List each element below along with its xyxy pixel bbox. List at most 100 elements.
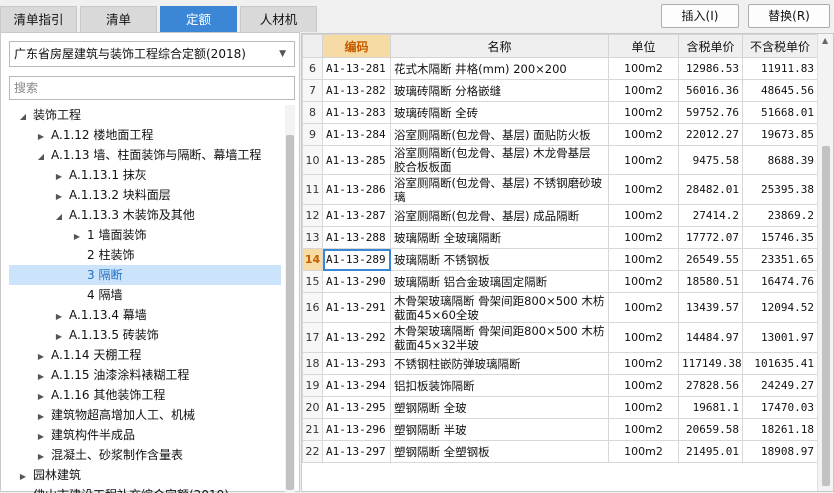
cell-code[interactable]: A1-13-281	[322, 57, 391, 80]
row-number[interactable]: 20	[302, 396, 323, 419]
cell-unit[interactable]: 100m2	[608, 226, 679, 249]
cell-notax-price[interactable]: 8688.39	[742, 145, 818, 175]
cell-notax-price[interactable]: 23869.2	[742, 204, 818, 227]
table-row[interactable]: 17 A1-13-292 木骨架玻璃隔断 骨架间距800×500 木枋截面45×32…	[302, 322, 818, 353]
insert-button[interactable]: 插入(I)	[661, 4, 739, 28]
expand-arrow-icon[interactable]: ▶	[53, 307, 65, 327]
row-number[interactable]: 19	[302, 374, 323, 397]
row-number[interactable]: 13	[302, 226, 323, 249]
cell-name[interactable]: 塑钢隔断 全塑钢板	[390, 440, 609, 463]
cell-unit[interactable]: 100m2	[608, 57, 679, 80]
cell-code[interactable]: A1-13-295	[322, 396, 391, 419]
replace-button[interactable]: 替换(R)	[748, 4, 830, 28]
expand-arrow-icon[interactable]: ▶	[17, 467, 29, 487]
table-row[interactable]: 16 A1-13-291 木骨架玻璃隔断 骨架间距800×500 木枋截面45×60…	[302, 292, 818, 323]
cell-code[interactable]: A1-13-289	[322, 248, 391, 271]
collapse-arrow-icon[interactable]: ◢	[17, 107, 29, 127]
tree-scrollbar-thumb[interactable]	[286, 135, 294, 490]
row-number[interactable]: 9	[302, 123, 323, 146]
column-header-notax-price[interactable]: 不含税单价	[742, 34, 818, 58]
tree-scrollbar[interactable]	[285, 105, 295, 493]
cell-unit[interactable]: 100m2	[608, 418, 679, 441]
cell-code[interactable]: A1-13-297	[322, 440, 391, 463]
cell-code[interactable]: A1-13-285	[322, 145, 391, 175]
quota-library-select[interactable]: 广东省房屋建筑与装饰工程综合定额(2018) ▼	[9, 41, 295, 67]
column-header-unit[interactable]: 单位	[608, 34, 679, 58]
tree-node[interactable]: ▶ 园林建筑	[9, 465, 281, 485]
cell-unit[interactable]: 100m2	[608, 396, 679, 419]
column-header-code[interactable]: 编码	[322, 34, 391, 58]
cell-notax-price[interactable]: 51668.01	[742, 101, 818, 124]
cell-name[interactable]: 浴室厕隔断(包龙骨、基层) 木龙骨基层 胶合板板面	[390, 145, 609, 175]
table-row[interactable]: 19 A1-13-294 铝扣板装饰隔断 100m2 27828.56 24249.27	[302, 374, 818, 397]
row-number[interactable]: 14	[302, 248, 323, 271]
row-number[interactable]: 10	[302, 145, 323, 175]
cell-unit[interactable]: 100m2	[608, 145, 679, 175]
expand-arrow-icon[interactable]: ▶	[35, 447, 47, 467]
cell-name[interactable]: 浴室厕隔断(包龙骨、基层) 面贴防火板	[390, 123, 609, 146]
cell-tax-price[interactable]: 9475.58	[678, 145, 743, 175]
table-row[interactable]: 11 A1-13-286 浴室厕隔断(包龙骨、基层) 不锈钢磨砂玻璃 100m2 284…	[302, 174, 818, 205]
cell-name[interactable]: 木骨架玻璃隔断 骨架间距800×500 木枋截面45×60全玻	[390, 292, 609, 323]
cell-unit[interactable]: 100m2	[608, 123, 679, 146]
cell-code[interactable]: A1-13-283	[322, 101, 391, 124]
cell-tax-price[interactable]: 19681.1	[678, 396, 743, 419]
cell-tax-price[interactable]: 27828.56	[678, 374, 743, 397]
tree-node[interactable]: ▶ A.1.13.1 抹灰	[9, 165, 281, 185]
cell-tax-price[interactable]: 18580.51	[678, 270, 743, 293]
cell-unit[interactable]: 100m2	[608, 270, 679, 293]
table-row[interactable]: 21 A1-13-296 塑钢隔断 半玻 100m2 20659.58 18261.18	[302, 418, 818, 441]
tree-node[interactable]: ▶ 1 墙面装饰	[9, 225, 281, 245]
tab-quota[interactable]: 定额	[160, 6, 237, 32]
cell-notax-price[interactable]: 101635.41	[742, 352, 818, 375]
cell-name[interactable]: 塑钢隔断 全玻	[390, 396, 609, 419]
cell-name[interactable]: 花式木隔断 井格(mm) 200×200	[390, 57, 609, 80]
cell-notax-price[interactable]: 18908.97	[742, 440, 818, 463]
table-scrollbar[interactable]: ▲	[817, 34, 833, 491]
cell-notax-price[interactable]: 48645.56	[742, 79, 818, 102]
cell-notax-price[interactable]: 24249.27	[742, 374, 818, 397]
cell-code[interactable]: A1-13-287	[322, 204, 391, 227]
cell-name[interactable]: 玻璃隔断 全玻璃隔断	[390, 226, 609, 249]
tab-bill[interactable]: 清单	[80, 6, 157, 32]
table-row[interactable]: 18 A1-13-293 不锈钢柱嵌防弹玻璃隔断 100m2 117149.38 1016…	[302, 352, 818, 375]
column-header-name[interactable]: 名称	[390, 34, 609, 58]
tree-node[interactable]: ▶ A.1.13.5 砖装饰	[9, 325, 281, 345]
tab-list-guide[interactable]: 清单指引	[0, 6, 77, 32]
cell-name[interactable]: 浴室厕隔断(包龙骨、基层) 不锈钢磨砂玻璃	[390, 174, 609, 205]
cell-unit[interactable]: 100m2	[608, 79, 679, 102]
tree-node[interactable]: ▶ A.1.15 油漆涂料裱糊工程	[9, 365, 281, 385]
table-row[interactable]: 7 A1-13-282 玻璃砖隔断 分格嵌缝 100m2 56016.36 48645.5…	[302, 79, 818, 102]
tree-node[interactable]: ▶ A.1.14 天棚工程	[9, 345, 281, 365]
cell-code[interactable]: A1-13-294	[322, 374, 391, 397]
cell-tax-price[interactable]: 12986.53	[678, 57, 743, 80]
expand-arrow-icon[interactable]: ▶	[53, 167, 65, 187]
expand-arrow-icon[interactable]: ▶	[35, 387, 47, 407]
expand-arrow-icon[interactable]: ▶	[35, 367, 47, 387]
tree-node[interactable]: ◢ A.1.13.3 木装饰及其他	[9, 205, 281, 225]
row-number[interactable]: 7	[302, 79, 323, 102]
cell-name[interactable]: 玻璃隔断 不锈钢板	[390, 248, 609, 271]
row-number[interactable]: 8	[302, 101, 323, 124]
cell-unit[interactable]: 100m2	[608, 292, 679, 323]
table-row[interactable]: 9 A1-13-284 浴室厕隔断(包龙骨、基层) 面贴防火板 100m2 22012.…	[302, 123, 818, 146]
expand-arrow-icon[interactable]: ▶	[53, 327, 65, 347]
column-header-tax-price[interactable]: 含税单价	[678, 34, 743, 58]
cell-tax-price[interactable]: 56016.36	[678, 79, 743, 102]
row-number[interactable]: 18	[302, 352, 323, 375]
table-row[interactable]: 12 A1-13-287 浴室厕隔断(包龙骨、基层) 成品隔断 100m2 27414.…	[302, 204, 818, 227]
cell-tax-price[interactable]: 28482.01	[678, 174, 743, 205]
row-number[interactable]: 12	[302, 204, 323, 227]
table-row[interactable]: 14 A1-13-289 玻璃隔断 不锈钢板 100m2 26549.55 23351.6…	[302, 248, 818, 271]
row-number[interactable]: 16	[302, 292, 323, 323]
row-number[interactable]: 17	[302, 322, 323, 353]
tree-node[interactable]: ◢ 装饰工程	[9, 105, 281, 125]
cell-tax-price[interactable]: 21495.01	[678, 440, 743, 463]
tree-node[interactable]: ▶ A.1.16 其他装饰工程	[9, 385, 281, 405]
cell-notax-price[interactable]: 15746.35	[742, 226, 818, 249]
tree-node[interactable]: ▶ 建筑物超高增加人工、机械	[9, 405, 281, 425]
cell-notax-price[interactable]: 11911.83	[742, 57, 818, 80]
cell-code[interactable]: A1-13-284	[322, 123, 391, 146]
table-row[interactable]: 8 A1-13-283 玻璃砖隔断 全砖 100m2 59752.76 51668.01	[302, 101, 818, 124]
cell-unit[interactable]: 100m2	[608, 174, 679, 205]
